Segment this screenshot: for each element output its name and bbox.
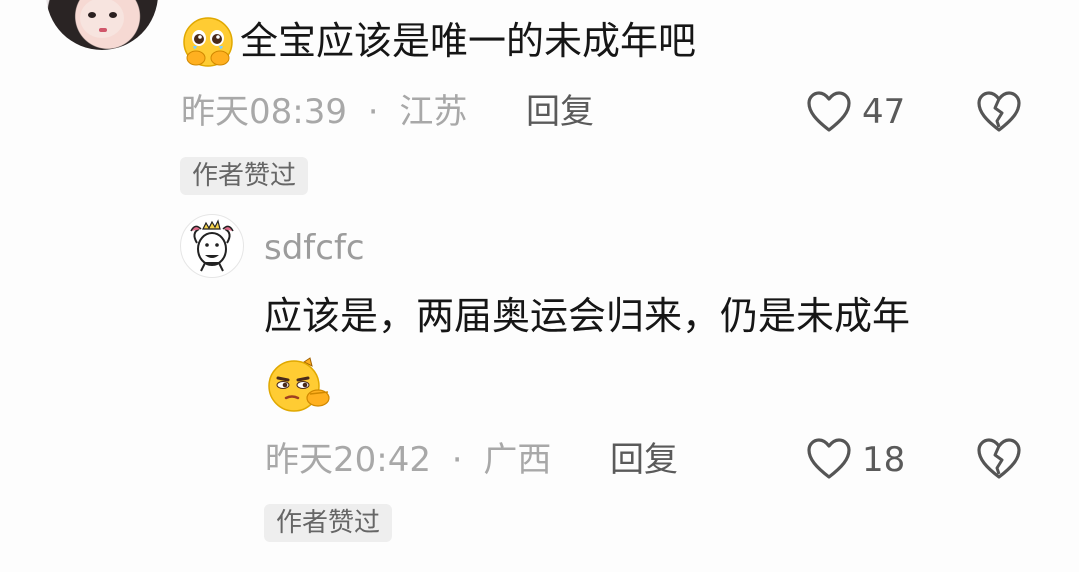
avatar[interactable]: [180, 214, 244, 278]
emoji-holding-back-tears-icon: [180, 16, 236, 68]
comment-text: 应该是，两届奥运会归来，仍是未成年: [264, 294, 911, 338]
broken-heart-icon: [977, 438, 1021, 479]
location: 江苏: [399, 92, 468, 132]
like-button[interactable]: [806, 90, 852, 134]
emoji-thinking-smirk-icon: [264, 356, 332, 414]
reply-button[interactable]: 回复: [610, 440, 678, 480]
author-liked-badge: 作者赞过: [264, 504, 393, 542]
location: 广西: [483, 440, 552, 480]
reply-button[interactable]: 回复: [526, 92, 594, 132]
comment-text: 全宝应该是唯一的未成年吧: [240, 19, 697, 63]
dislike-button[interactable]: [976, 90, 1022, 134]
avatar[interactable]: [46, 0, 158, 50]
heart-icon: [807, 91, 851, 132]
author-liked-badge: 作者赞过: [180, 157, 309, 195]
timestamp: 昨天08:39: [181, 92, 347, 132]
separator-dot: ·: [451, 440, 463, 480]
like-button[interactable]: [806, 437, 852, 481]
timestamp: 昨天20:42: [265, 440, 431, 480]
broken-heart-icon: [977, 91, 1021, 132]
like-count: 18: [862, 440, 906, 480]
separator-dot: ·: [367, 92, 379, 132]
dislike-button[interactable]: [976, 437, 1022, 481]
heart-icon: [807, 438, 851, 479]
username[interactable]: sdfcfc: [264, 228, 365, 268]
comment-meta: 昨天20:42 · 广西: [265, 440, 551, 480]
like-count: 47: [862, 92, 906, 132]
comment-meta: 昨天08:39 · 江苏: [181, 92, 467, 132]
